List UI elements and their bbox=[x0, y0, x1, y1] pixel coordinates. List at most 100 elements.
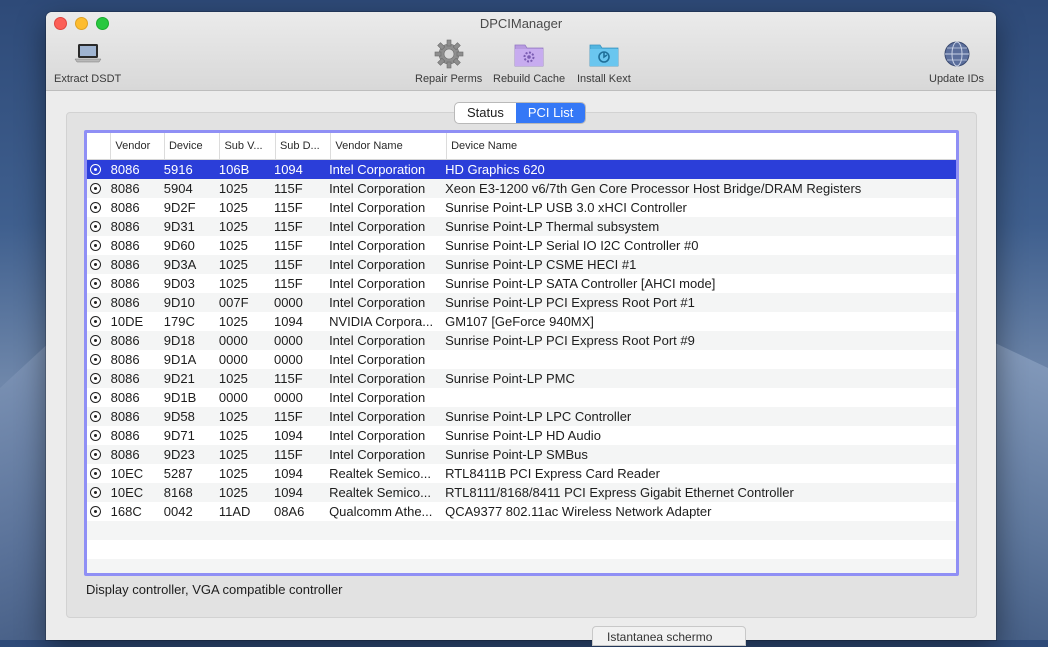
row-icon-cell bbox=[87, 411, 107, 422]
table-cell: Intel Corporation bbox=[329, 295, 426, 310]
table-cell: 168C bbox=[110, 504, 142, 519]
table-cell: Sunrise Point-LP PCI Express Root Port #… bbox=[445, 295, 695, 310]
table-row[interactable]: 8086 5904 1025 115F Intel Corporation Xeon E3… bbox=[87, 179, 956, 198]
row-icon-cell bbox=[87, 278, 107, 289]
column-header[interactable]: Sub V... bbox=[219, 133, 274, 159]
table-cell: 1025 bbox=[218, 276, 248, 291]
table-cell: 8086 bbox=[110, 200, 140, 215]
table-cell: 9D60 bbox=[163, 238, 195, 253]
magnifier-icon bbox=[90, 335, 101, 346]
table-row[interactable]: 8086 9D10 007F 0000 Intel Corporation Sunrise… bbox=[87, 293, 956, 312]
table-cell: 1025 bbox=[218, 447, 248, 462]
table-cell: Intel Corporation bbox=[329, 238, 426, 253]
table-row[interactable]: 10EC 8168 1025 1094 Realtek Semico... RTL8111… bbox=[87, 483, 956, 502]
table-cell: 8086 bbox=[110, 295, 140, 310]
table-cell: 1025 bbox=[218, 409, 248, 424]
table-cell: 1025 bbox=[218, 238, 248, 253]
table-cell: RTL8111/8168/8411 PCI Express Gigabit Et… bbox=[445, 485, 794, 500]
table-cell: GM107 [GeForce 940MX] bbox=[445, 314, 594, 329]
extract-dsdt-button[interactable]: Extract DSDT bbox=[54, 38, 121, 85]
row-icon-cell bbox=[87, 259, 107, 270]
column-header[interactable]: Vendor bbox=[110, 133, 164, 159]
table-row[interactable]: 8086 9D58 1025 115F Intel Corporation Sunrise… bbox=[87, 407, 956, 426]
table-cell: 8086 bbox=[110, 276, 140, 291]
table-cell: 1094 bbox=[273, 466, 303, 481]
table-cell: Intel Corporation bbox=[329, 219, 426, 234]
table-row[interactable]: 8086 9D1B 0000 0000 Intel Corporation bbox=[87, 388, 956, 407]
table-cell: 0000 bbox=[273, 390, 303, 405]
table-row[interactable]: 8086 9D03 1025 115F Intel Corporation Sunrise… bbox=[87, 274, 956, 293]
table-cell: Sunrise Point-LP USB 3.0 xHCI Controller bbox=[445, 200, 687, 215]
header-icon-column bbox=[87, 133, 110, 159]
table-row[interactable]: 168C 0042 11AD 08A6 Qualcomm Athe... QCA9377 … bbox=[87, 502, 956, 521]
install-kext-label: Install Kext bbox=[577, 73, 631, 85]
table-row[interactable]: 8086 9D23 1025 115F Intel Corporation Sunrise… bbox=[87, 445, 956, 464]
rebuild-cache-button[interactable]: Rebuild Cache bbox=[493, 38, 565, 85]
table-cell: 0000 bbox=[218, 390, 248, 405]
row-icon-cell bbox=[87, 487, 107, 498]
row-icon-cell bbox=[87, 449, 107, 460]
install-kext-button[interactable]: Install Kext bbox=[577, 38, 631, 85]
table-row[interactable]: 8086 9D3A 1025 115F Intel Corporation Sunrise… bbox=[87, 255, 956, 274]
table-cell: 1025 bbox=[218, 371, 248, 386]
table-cell: 9D58 bbox=[163, 409, 195, 424]
table-row[interactable]: 8086 9D60 1025 115F Intel Corporation Sunrise… bbox=[87, 236, 956, 255]
magnifier-icon bbox=[90, 240, 101, 251]
row-icon-cell bbox=[87, 392, 107, 403]
table-cell: 115F bbox=[273, 447, 303, 462]
titlebar: DPCIManager Extract DSDT Repair Perms Re… bbox=[46, 12, 996, 91]
pci-table[interactable]: Vendor Device Sub V... Sub D... Vendor Name D… bbox=[84, 130, 959, 576]
repair-perms-button[interactable]: Repair Perms bbox=[415, 38, 482, 85]
table-cell: Sunrise Point-LP SATA Controller [AHCI m… bbox=[445, 276, 716, 291]
table-cell: 8086 bbox=[110, 162, 140, 177]
folder-gear-icon bbox=[493, 38, 565, 70]
table-row[interactable]: 8086 9D1A 0000 0000 Intel Corporation bbox=[87, 350, 956, 369]
table-cell: 106B bbox=[218, 162, 250, 177]
table-cell: 1025 bbox=[218, 219, 248, 234]
table-row[interactable]: 10EC 5287 1025 1094 Realtek Semico... RTL8411… bbox=[87, 464, 956, 483]
table-cell: 115F bbox=[273, 219, 303, 234]
table-row[interactable]: 8086 9D31 1025 115F Intel Corporation Sunrise… bbox=[87, 217, 956, 236]
table-cell: 1094 bbox=[273, 428, 303, 443]
table-cell: Intel Corporation bbox=[329, 371, 426, 386]
table-cell: Sunrise Point-LP LPC Controller bbox=[445, 409, 632, 424]
column-header[interactable]: Device bbox=[163, 133, 219, 159]
update-ids-label: Update IDs bbox=[929, 73, 985, 85]
table-cell: 1025 bbox=[218, 485, 248, 500]
tab-pci-list[interactable]: PCI List bbox=[515, 103, 586, 123]
magnifier-icon bbox=[90, 487, 101, 498]
table-cell: 115F bbox=[273, 371, 303, 386]
table-row[interactable]: 8086 9D2F 1025 115F Intel Corporation Sunrise… bbox=[87, 198, 956, 217]
table-cell: 1025 bbox=[218, 428, 248, 443]
table-cell: 9D1A bbox=[163, 352, 197, 367]
row-icon-cell bbox=[87, 506, 107, 517]
table-cell: 007F bbox=[218, 295, 249, 310]
column-header[interactable]: Device Name bbox=[446, 133, 956, 159]
magnifier-icon bbox=[90, 164, 101, 175]
table-cell: 9D23 bbox=[163, 447, 195, 462]
table-row[interactable] bbox=[87, 559, 956, 573]
table-cell: 1025 bbox=[218, 314, 248, 329]
update-ids-button[interactable]: Update IDs bbox=[929, 38, 984, 85]
column-header[interactable]: Sub D... bbox=[274, 133, 330, 159]
magnifier-icon bbox=[90, 468, 101, 479]
table-row[interactable]: 8086 9D21 1025 115F Intel Corporation Sunrise… bbox=[87, 369, 956, 388]
magnifier-icon bbox=[90, 411, 101, 422]
table-row[interactable] bbox=[87, 540, 956, 559]
table-row[interactable]: 8086 5916 106B 1094 Intel Corporation HD Grap… bbox=[87, 160, 956, 179]
table-cell: 9D10 bbox=[163, 295, 195, 310]
table-cell: 5287 bbox=[163, 466, 193, 481]
table-cell: 11AD bbox=[218, 504, 251, 519]
column-header[interactable]: Vendor Name bbox=[330, 133, 446, 159]
tab-status[interactable]: Status bbox=[455, 103, 516, 123]
table-row[interactable]: 10DE 179C 1025 1094 NVIDIA Corpora... GM107 [… bbox=[87, 312, 956, 331]
magnifier-icon bbox=[90, 316, 101, 327]
magnifier-icon bbox=[90, 354, 101, 365]
table-row[interactable]: 8086 9D18 0000 0000 Intel Corporation Sunrise… bbox=[87, 331, 956, 350]
table-cell: 10DE bbox=[110, 314, 144, 329]
table-row[interactable]: 8086 9D71 1025 1094 Intel Corporation Sunrise… bbox=[87, 426, 956, 445]
magnifier-icon bbox=[90, 183, 101, 194]
table-cell: 0000 bbox=[273, 352, 303, 367]
table-row[interactable] bbox=[87, 521, 956, 540]
table-cell: 0000 bbox=[273, 333, 303, 348]
